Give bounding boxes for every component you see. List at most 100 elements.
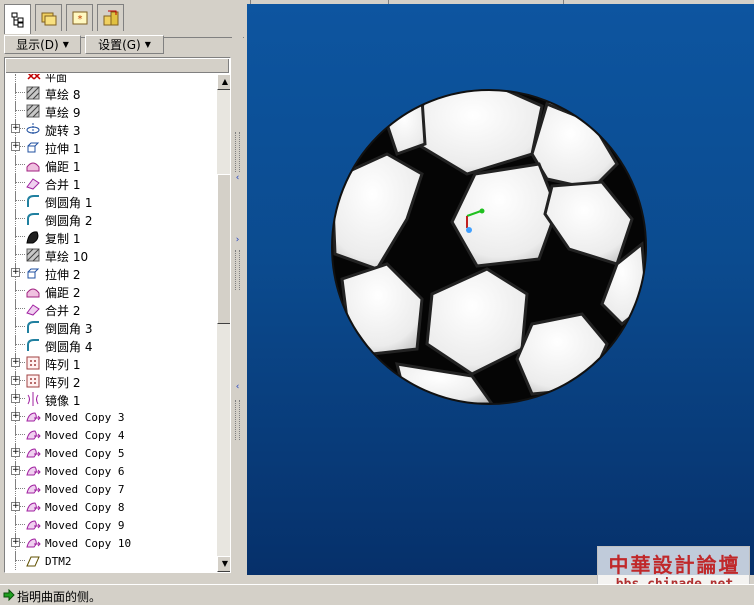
tree-item-label: 草绘 8 [45, 88, 81, 102]
tree-item[interactable]: 倒圆角 4 [5, 336, 215, 354]
tree-item[interactable]: 草绘 8 [5, 84, 215, 102]
display-menu-label: 显示(D) [16, 38, 59, 52]
round-icon [27, 339, 39, 351]
display-menu-button[interactable]: 显示(D) ▼ [4, 35, 81, 54]
graphics-viewport[interactable] [247, 4, 754, 575]
dropdown-arrow-icon: ▼ [62, 40, 69, 49]
expand-toggle-icon[interactable]: + [11, 394, 20, 403]
tree-item[interactable]: Moved Copy 7 [5, 480, 215, 498]
tree-item[interactable]: + 阵列 1 [5, 354, 215, 372]
model-tree-icon [11, 12, 23, 27]
tree-item-label: Moved Copy 8 [45, 501, 125, 514]
expand-toggle-icon[interactable]: + [11, 142, 20, 151]
tree-connector [15, 210, 25, 219]
expand-toggle-icon[interactable]: + [11, 268, 20, 277]
tree-connector [15, 246, 25, 255]
tree-connector [15, 282, 25, 291]
soccer-ball-model [331, 89, 647, 405]
tree-item-label: DTM2 [45, 555, 72, 568]
tree-menu-bar: 显示(D) ▼ 设置(G) ▼ [4, 35, 232, 55]
moved-copy-icon [26, 412, 41, 422]
expand-toggle-icon[interactable]: + [11, 124, 20, 133]
tree-item[interactable]: 偏距 1 [5, 156, 215, 174]
folder-icon [41, 12, 56, 26]
expand-arrow-icon[interactable]: › [234, 235, 241, 245]
folder-browser-tab[interactable] [35, 4, 62, 31]
settings-menu-button[interactable]: 设置(G) ▼ [85, 35, 164, 54]
tree-item[interactable]: 倒圆角 2 [5, 210, 215, 228]
tree-item[interactable]: 合并 1 [5, 174, 215, 192]
extrude-icon [27, 142, 40, 153]
tree-item-label: 阵列 1 [45, 358, 81, 372]
expand-toggle-icon[interactable]: + [11, 376, 20, 385]
tree-item[interactable]: Moved Copy 9 [5, 516, 215, 534]
expand-toggle-icon[interactable]: + [11, 502, 20, 511]
tree-item[interactable]: DTM2 [5, 552, 215, 570]
panel-splitter[interactable]: ‹ › ‹ [232, 0, 243, 577]
expand-toggle-icon[interactable]: + [11, 448, 20, 457]
datum-icon [27, 74, 41, 80]
tree-item[interactable]: 草绘 9 [5, 102, 215, 120]
collapse-arrow-icon[interactable]: ‹ [234, 173, 241, 183]
tree-connector [15, 300, 25, 309]
sketch-icon [26, 104, 40, 118]
tree-item[interactable]: + 旋转 3 [5, 120, 215, 138]
tree-item-label: Moved Copy 3 [45, 411, 125, 424]
tree-item-label: Moved Copy 4 [45, 429, 125, 442]
tree-item[interactable]: + Moved Copy 8 [5, 498, 215, 516]
expand-toggle-icon[interactable]: + [11, 412, 20, 421]
tree-item[interactable]: + 阵列 2 [5, 372, 215, 390]
watermark-chinese: 中華設計論壇 [608, 553, 741, 577]
pattern-icon [26, 374, 40, 388]
round-icon [27, 213, 39, 225]
tree-item-label: Moved Copy 10 [45, 537, 132, 550]
tree-item[interactable]: 草绘 10 [5, 246, 215, 264]
model-tree-tab[interactable] [4, 4, 31, 34]
tree-item[interactable]: 复制 1 [5, 228, 215, 246]
tree-item[interactable]: + Moved Copy 6 [5, 462, 215, 480]
tree-item-label: 偏距 2 [45, 286, 81, 300]
pattern-icon [26, 356, 40, 370]
tree-item-label: 倒圆角 4 [45, 340, 93, 354]
scroll-down-button[interactable]: ▼ [217, 556, 230, 572]
tree-item-label: 拉伸 2 [45, 268, 81, 282]
tree-item[interactable]: Moved Copy 4 [5, 426, 215, 444]
tree-item-label: 阵列 2 [45, 376, 81, 390]
tree-item[interactable]: 倒圆角 1 [5, 192, 215, 210]
tree-item[interactable]: + 拉伸 2 [5, 264, 215, 282]
scroll-thumb[interactable] [217, 174, 230, 324]
tree-connector [15, 228, 25, 237]
expand-toggle-icon[interactable]: + [11, 358, 20, 367]
revolve-icon [26, 123, 40, 135]
merge-icon [26, 304, 40, 316]
scroll-up-button[interactable]: ▲ [217, 74, 230, 90]
tree-list: 平面 草绘 8 草绘 9 + 旋转 3 + 拉伸 1 偏距 1 合并 1 倒圆角 1 倒圆角 2 复… [5, 74, 215, 572]
tree-connector [15, 156, 25, 165]
expand-toggle-icon[interactable]: + [11, 538, 20, 547]
round-icon [27, 321, 39, 333]
tree-item[interactable]: + 镜像 1 [5, 390, 215, 408]
moved-copy-icon [26, 538, 41, 548]
tree-item[interactable]: + Moved Copy 5 [5, 444, 215, 462]
tree-item[interactable]: 偏距 2 [5, 282, 215, 300]
tree-item[interactable]: 合并 2 [5, 300, 215, 318]
extrude-icon [27, 268, 40, 279]
tree-item-label: Moved Copy 7 [45, 483, 125, 496]
tree-item[interactable]: 倒圆角 3 [5, 318, 215, 336]
tree-item-label: Moved Copy 5 [45, 447, 125, 460]
expand-toggle-icon[interactable]: + [11, 466, 20, 475]
connections-icon [103, 10, 118, 26]
tree-item-label: 镜像 1 [45, 394, 81, 408]
tree-item-partial[interactable]: 平面 [5, 74, 215, 84]
green-arrow-icon [3, 589, 15, 601]
collapse-arrow-icon[interactable]: ‹ [234, 382, 241, 392]
tree-item[interactable]: + Moved Copy 3 [5, 408, 215, 426]
tree-item-label: Moved Copy 6 [45, 465, 125, 478]
tree-item[interactable]: + Moved Copy 10 [5, 534, 215, 552]
connections-tab[interactable] [97, 4, 124, 31]
moved-copy-icon [26, 430, 41, 440]
tree-scrollbar[interactable]: ▲ ▼ [217, 74, 230, 572]
tree-item[interactable]: + 拉伸 1 [5, 138, 215, 156]
moved-copy-icon [26, 484, 41, 494]
favorites-tab[interactable]: * [66, 4, 93, 31]
